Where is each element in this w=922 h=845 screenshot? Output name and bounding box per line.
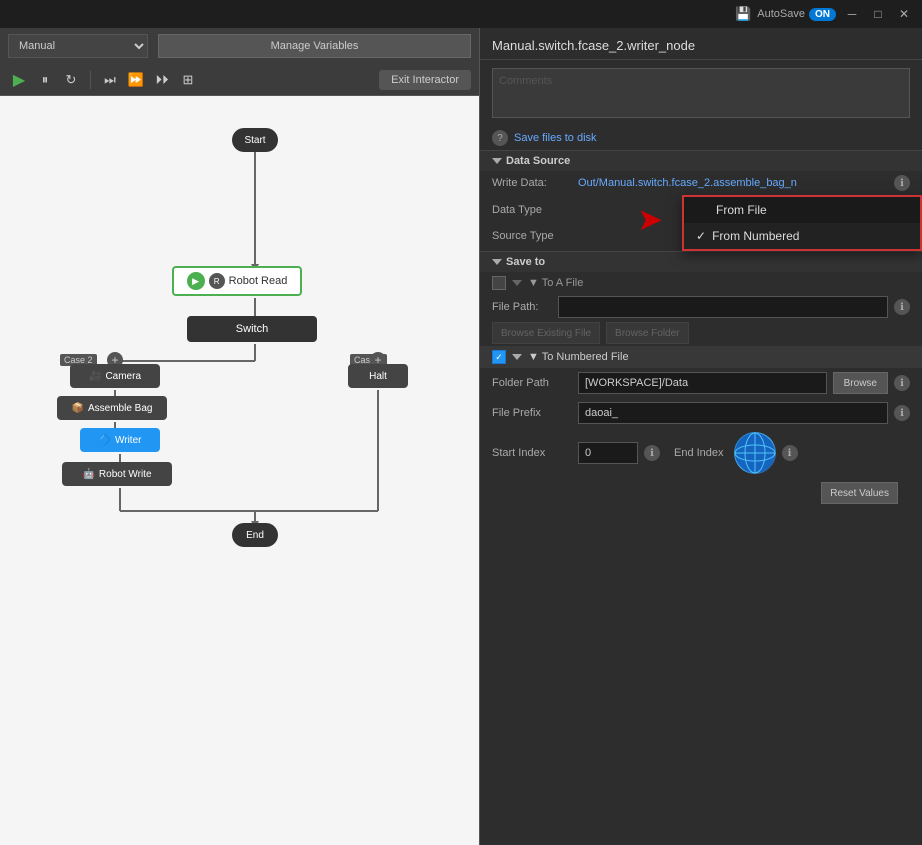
to-numbered-checkbox[interactable] — [492, 350, 506, 364]
robot-read-play-icon: ▶ — [187, 272, 205, 290]
close-button[interactable]: ✕ — [894, 4, 914, 24]
info-icon[interactable]: ? — [492, 130, 508, 146]
robot-read-node[interactable]: ▶ R Robot Read — [172, 266, 302, 296]
file-path-label: File Path: — [492, 301, 552, 313]
main-layout: Manual Manage Variables ▶ ⏸ ↻ ⏭ ⏩ ⏵⏵ ⊞ E… — [0, 28, 922, 845]
panel-title: Manual.switch.fcase_2.writer_node — [480, 28, 922, 60]
save-to-header: Save to — [480, 251, 922, 272]
comments-area[interactable]: Comments — [492, 68, 910, 118]
file-prefix-row: File Prefix ℹ — [480, 398, 922, 428]
camera-node[interactable]: 🎥 Camera — [70, 364, 160, 388]
file-path-input[interactable] — [558, 296, 888, 318]
write-data-row: Write Data: Out/Manual.switch.fcase_2.as… — [480, 171, 922, 195]
robot-write-node[interactable]: 🤖 Robot Write — [62, 462, 172, 486]
folder-info-btn[interactable]: ℹ — [894, 375, 910, 391]
dropdown-popup: From File ✓ From Numbered — [682, 195, 922, 251]
checkmark-icon: ✓ — [696, 229, 706, 243]
folder-path-row: Folder Path Browse ℹ — [480, 368, 922, 398]
refresh-button[interactable]: ↻ — [60, 69, 82, 91]
step-button[interactable]: ⏭ — [99, 69, 121, 91]
file-path-info-btn[interactable]: ℹ — [894, 299, 910, 315]
file-prefix-label: File Prefix — [492, 407, 572, 419]
mode-select[interactable]: Manual — [8, 34, 148, 58]
browse-buttons-row: Browse Existing File Browse Folder — [480, 320, 922, 346]
grid-button[interactable]: ⊞ — [177, 69, 199, 91]
write-data-value: Out/Manual.switch.fcase_2.assemble_bag_n — [578, 177, 888, 189]
top-bar: Manual Manage Variables — [0, 28, 479, 64]
end-index-info-btn[interactable]: ℹ — [782, 445, 798, 461]
folder-path-input[interactable] — [578, 372, 827, 394]
index-row: Start Index ℹ End Index ℹ — [480, 428, 922, 478]
file-path-row: File Path: ℹ — [480, 294, 922, 320]
maximize-button[interactable]: □ — [868, 4, 888, 24]
source-type-label: Source Type — [492, 230, 572, 242]
fast-forward-button[interactable]: ⏩ — [125, 69, 147, 91]
autosave-area: AutoSave ON — [757, 8, 836, 21]
toolbar: ▶ ⏸ ↻ ⏭ ⏩ ⏵⏵ ⊞ Exit Interactor — [0, 64, 479, 96]
browse-existing-file-button[interactable]: Browse Existing File — [492, 322, 600, 344]
save-files-row: ? Save files to disk — [480, 126, 922, 150]
autosave-toggle[interactable]: ON — [809, 8, 836, 21]
globe-svg — [734, 432, 776, 474]
file-prefix-info-btn[interactable]: ℹ — [894, 405, 910, 421]
folder-browse-button[interactable]: Browse — [833, 372, 888, 394]
to-numbered-triangle — [512, 354, 522, 360]
globe-icon — [734, 432, 776, 474]
write-data-info-btn[interactable]: ℹ — [894, 175, 910, 191]
assemble-bag-node[interactable]: 📦 Assemble Bag — [57, 396, 167, 420]
comments-placeholder: Comments — [499, 75, 552, 87]
to-numbered-label: ▼ To Numbered File — [528, 351, 629, 363]
play-button[interactable]: ▶ — [8, 69, 30, 91]
end-index-label: End Index — [674, 447, 724, 459]
titlebar: 💾 AutoSave ON ─ □ ✕ — [0, 0, 922, 28]
autosave-label: AutoSave — [757, 8, 805, 20]
to-a-file-triangle — [512, 280, 522, 286]
write-data-label: Write Data: — [492, 177, 572, 189]
halt-node[interactable]: Halt — [348, 364, 408, 388]
save-to-triangle — [492, 259, 502, 265]
minimize-button[interactable]: ─ — [842, 4, 862, 24]
browse-folder-button[interactable]: Browse Folder — [606, 322, 688, 344]
data-type-source-container: Data Type Source Type ➤ From File ✓ From… — [480, 195, 922, 251]
to-a-file-label: ▼ To A File — [528, 277, 583, 289]
left-panel: Manual Manage Variables ▶ ⏸ ↻ ⏭ ⏩ ⏵⏵ ⊞ E… — [0, 28, 480, 845]
flow-canvas: Start ▶ R Robot Read Switch Case 2 Case … — [0, 96, 479, 845]
end-node[interactable]: End — [232, 523, 278, 547]
switch-node[interactable]: Switch — [187, 316, 317, 342]
start-index-label: Start Index — [492, 447, 572, 459]
data-source-triangle — [492, 158, 502, 164]
data-type-label: Data Type — [492, 204, 572, 216]
manage-variables-button[interactable]: Manage Variables — [158, 34, 471, 58]
reset-values-row: Reset Values — [480, 478, 922, 508]
forward-button[interactable]: ⏵⏵ — [151, 69, 173, 91]
right-panel: Manual.switch.fcase_2.writer_node Commen… — [480, 28, 922, 845]
separator-1 — [90, 71, 91, 89]
dropdown-item-from-numbered[interactable]: ✓ From Numbered — [684, 223, 920, 249]
start-index-input[interactable] — [578, 442, 638, 464]
start-node[interactable]: Start — [232, 128, 278, 152]
to-a-file-row: ▼ To A File — [480, 272, 922, 294]
red-arrow-icon: ➤ — [639, 203, 662, 236]
dropdown-item-from-file[interactable]: From File — [684, 197, 920, 223]
pause-button[interactable]: ⏸ — [34, 69, 56, 91]
reset-values-button[interactable]: Reset Values — [821, 482, 898, 504]
file-prefix-input[interactable] — [578, 402, 888, 424]
folder-path-label: Folder Path — [492, 377, 572, 389]
save-files-link[interactable]: Save files to disk — [514, 132, 597, 144]
robot-read-robot-icon: R — [209, 273, 225, 289]
start-index-info-btn[interactable]: ℹ — [644, 445, 660, 461]
to-numbered-header: ▼ To Numbered File — [480, 346, 922, 368]
to-a-file-checkbox[interactable] — [492, 276, 506, 290]
data-source-header: Data Source — [480, 150, 922, 171]
exit-interactor-button[interactable]: Exit Interactor — [379, 70, 471, 90]
save-icon[interactable]: 💾 — [735, 6, 751, 22]
writer-node[interactable]: 🔷 Writer — [80, 428, 160, 452]
